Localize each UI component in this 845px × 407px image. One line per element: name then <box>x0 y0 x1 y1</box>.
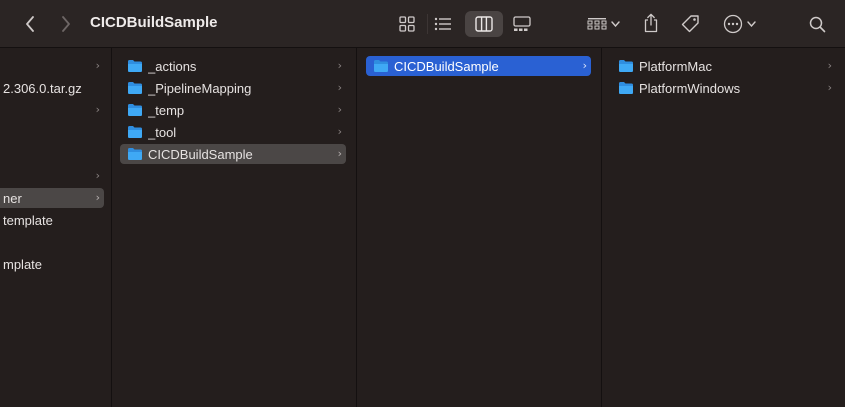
group-grid-icon <box>587 18 606 30</box>
list-item-label: 2.306.0.tar.gz <box>3 80 82 96</box>
ellipsis-circle-icon <box>723 14 742 34</box>
list-item[interactable] <box>0 122 104 142</box>
chevron-right-icon: › <box>827 81 832 94</box>
list-item-label: ner <box>3 190 22 206</box>
list-item[interactable]: template <box>0 210 104 230</box>
folder-icon <box>128 126 142 138</box>
list-item[interactable]: _actions › <box>120 56 346 76</box>
folder-icon-wrapper <box>127 59 143 73</box>
list-item[interactable]: _tool › <box>120 122 346 142</box>
columns-icon <box>475 16 493 32</box>
list-item[interactable]: › <box>0 56 104 76</box>
folder-icon <box>619 82 633 94</box>
list-item-label: CICDBuildSample <box>394 58 499 74</box>
share-icon <box>644 13 658 33</box>
list-item-label: PlatformMac <box>639 58 712 74</box>
list-item[interactable]: › <box>0 166 104 186</box>
list-item[interactable]: CICDBuildSample › <box>366 56 591 76</box>
list-item[interactable]: PlatformWindows › <box>611 78 836 98</box>
list-view-button[interactable] <box>432 13 454 35</box>
gallery-icon <box>513 16 531 31</box>
column-2[interactable]: _actions › _PipelineMapping › _temp › _tool › CI… <box>112 48 357 407</box>
list-item-label: PlatformWindows <box>639 80 741 96</box>
search-button[interactable] <box>806 13 828 35</box>
folder-icon <box>128 82 142 94</box>
back-button[interactable] <box>20 13 40 35</box>
chevron-right-icon: › <box>337 59 342 72</box>
list-item[interactable]: PlatformMac › <box>611 56 836 76</box>
list-item-label: _actions <box>148 58 197 74</box>
folder-icon <box>128 60 142 72</box>
icon-grid-icon <box>399 16 415 32</box>
chevron-right-icon <box>62 16 70 32</box>
folder-icon <box>619 60 633 72</box>
more-actions-button[interactable] <box>720 13 758 35</box>
list-item[interactable]: CICDBuildSample › <box>120 144 346 164</box>
list-item[interactable]: ner › <box>0 188 104 208</box>
chevron-right-icon: › <box>337 125 342 138</box>
column-1[interactable]: › 2.306.0.tar.gz › › ner › template mplate <box>0 48 112 407</box>
window-title: CICDBuildSample <box>90 14 218 31</box>
list-item-label: template <box>3 212 53 228</box>
chevron-right-icon: › <box>95 169 100 182</box>
folder-icon-wrapper <box>373 59 389 73</box>
tag-icon <box>681 15 699 33</box>
search-icon <box>809 16 825 32</box>
toolbar: CICDBuildSample <box>0 0 845 48</box>
column-4[interactable]: PlatformMac › PlatformWindows › <box>602 48 845 407</box>
chevron-right-icon: › <box>95 191 100 204</box>
chevron-right-icon: › <box>95 59 100 72</box>
list-item-label: _PipelineMapping <box>148 80 252 96</box>
chevron-down-icon <box>746 21 756 27</box>
tag-button[interactable] <box>678 12 702 36</box>
folder-icon-wrapper <box>127 81 143 95</box>
gallery-view-button[interactable] <box>510 13 534 35</box>
share-button[interactable] <box>640 11 662 35</box>
column-browser: › 2.306.0.tar.gz › › ner › template mplate _act… <box>0 48 845 407</box>
chevron-right-icon: › <box>582 59 587 72</box>
list-item[interactable]: › <box>0 100 104 120</box>
chevron-right-icon: › <box>337 103 342 116</box>
folder-icon <box>128 104 142 116</box>
icon-view-button[interactable] <box>396 13 418 35</box>
folder-icon-wrapper <box>127 147 143 161</box>
folder-icon <box>374 60 388 72</box>
list-item-label: mplate <box>3 256 43 272</box>
folder-icon-wrapper <box>127 125 143 139</box>
folder-icon-wrapper <box>618 59 634 73</box>
list-item-label: CICDBuildSample <box>148 146 253 162</box>
folder-icon-wrapper <box>127 103 143 117</box>
chevron-down-icon <box>610 21 620 27</box>
list-item[interactable] <box>0 232 104 252</box>
chevron-left-icon <box>26 16 34 32</box>
column-3[interactable]: CICDBuildSample › <box>357 48 602 407</box>
folder-icon-wrapper <box>618 81 634 95</box>
list-icon <box>434 17 451 31</box>
list-item[interactable] <box>0 144 104 164</box>
toolbar-divider <box>427 14 428 34</box>
chevron-right-icon: › <box>95 103 100 116</box>
list-item[interactable]: mplate <box>0 254 104 274</box>
forward-button[interactable] <box>56 13 76 35</box>
folder-icon <box>128 148 142 160</box>
list-item-label: _temp <box>148 102 185 118</box>
group-menu-button[interactable] <box>584 13 622 35</box>
chevron-right-icon: › <box>337 147 342 160</box>
column-view-button[interactable] <box>465 11 503 37</box>
list-item-label: _tool <box>148 124 177 140</box>
list-item[interactable]: 2.306.0.tar.gz <box>0 78 104 98</box>
chevron-right-icon: › <box>827 59 832 72</box>
chevron-right-icon: › <box>337 81 342 94</box>
list-item[interactable]: _PipelineMapping › <box>120 78 346 98</box>
list-item[interactable]: _temp › <box>120 100 346 120</box>
